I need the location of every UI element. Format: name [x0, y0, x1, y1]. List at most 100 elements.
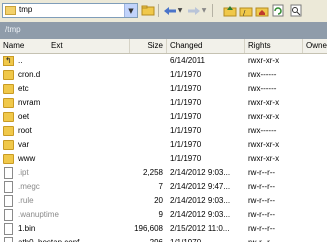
file-name: .rule [18, 196, 34, 205]
column-rights[interactable]: Rights [245, 39, 303, 53]
file-name: .. [18, 56, 23, 65]
file-name: ath0_hostap.conf [18, 236, 130, 242]
column-changed[interactable]: Changed [167, 39, 245, 53]
folder-icon [3, 126, 14, 136]
home-icon [255, 7, 269, 16]
file-changed: 1/1/1970 [170, 70, 202, 79]
back-arrow-icon [164, 6, 176, 15]
file-name: var [18, 140, 30, 149]
root-folder-icon: / [239, 7, 253, 17]
file-name: .megc [18, 182, 40, 191]
file-row[interactable]: cron.d 1/1/1970 rwx------ [0, 68, 327, 82]
file-row[interactable]: 1.bin 196,608 2/15/2012 11:0... rw-r--r-- [0, 222, 327, 236]
file-rights: rwx------ [248, 70, 277, 79]
home-directory-button[interactable] [254, 3, 270, 18]
file-name: cron.d [18, 70, 41, 79]
file-changed: 2/14/2012 9:03... [170, 210, 231, 219]
file-changed: 1/1/1970 [170, 236, 243, 242]
file-name: nvram [18, 98, 41, 107]
folder-icon [3, 112, 14, 122]
parent-folder-icon [223, 5, 237, 16]
file-rights: rwxr-xr-x [248, 98, 280, 107]
file-row[interactable]: nvram 1/1/1970 rwxr-xr-x [0, 96, 327, 110]
file-changed: 1/1/1970 [170, 154, 202, 163]
file-row[interactable]: etc 1/1/1970 rwx------ [0, 82, 327, 96]
file-row[interactable]: var 1/1/1970 rwxr-xr-x [0, 138, 327, 152]
file-changed: 1/1/1970 [170, 112, 202, 121]
file-rights: rw-r--r-- [248, 236, 303, 242]
file-name: oet [18, 112, 30, 121]
refresh-button[interactable] [270, 3, 286, 18]
chevron-down-icon[interactable]: ▼ [124, 4, 137, 17]
file-rights: rwxr-xr-x [248, 140, 280, 149]
file-row[interactable]: oet 1/1/1970 rwxr-xr-x [0, 110, 327, 124]
open-folder-icon [141, 5, 155, 16]
file-row[interactable]: .ipt 2,258 2/14/2012 9:03... rw-r--r-- [0, 166, 327, 180]
file-name: etc [18, 84, 29, 93]
file-icon [4, 167, 13, 179]
file-size: 7 [158, 182, 163, 191]
file-row[interactable]: .. 6/14/2011 rwxr-xr-x [0, 54, 327, 68]
file-changed: 6/14/2011 [170, 56, 205, 65]
file-name: root [18, 126, 32, 135]
file-rights: rwx------ [248, 126, 277, 135]
file-size: 2,258 [142, 168, 163, 177]
toolbar: tmp ▼ ▼ ▼ / [0, 0, 327, 23]
file-changed: 1/1/1970 [170, 126, 202, 135]
folder-icon [3, 70, 14, 80]
file-icon [4, 195, 13, 207]
file-rights: rwxr-xr-x [248, 154, 280, 163]
file-rights: rwx------ [248, 84, 277, 93]
find-icon [290, 4, 302, 17]
back-dropdown[interactable]: ▼ [176, 3, 184, 18]
open-folder-button[interactable] [140, 3, 156, 18]
file-name: .wanuptime [18, 210, 59, 219]
folder-icon [3, 98, 14, 108]
file-row[interactable]: .megc 7 2/14/2012 9:47... rw-r--r-- [0, 180, 327, 194]
folder-icon [3, 154, 14, 164]
file-changed: 2/14/2012 9:03... [170, 196, 231, 205]
root-directory-button[interactable]: / [238, 3, 254, 18]
file-icon [4, 209, 13, 221]
file-changed: 2/14/2012 9:03... [170, 168, 231, 177]
file-changed: 1/1/1970 [170, 140, 202, 149]
current-path: /tmp [5, 25, 21, 34]
column-name[interactable]: Name [0, 39, 48, 53]
file-rights: rw-r--r-- [248, 210, 276, 219]
file-changed: 2/14/2012 9:47... [170, 182, 231, 191]
folder-icon [3, 140, 14, 150]
toolbar-separator [212, 4, 213, 17]
file-rights: rw-r--r-- [248, 196, 276, 205]
folder-icon [3, 84, 14, 94]
find-files-button[interactable] [288, 3, 304, 18]
file-size: 196,608 [134, 224, 163, 233]
column-owner[interactable]: Owne [303, 39, 327, 53]
file-name: 1.bin [18, 224, 36, 233]
parent-directory-button[interactable] [222, 3, 238, 18]
file-row[interactable]: ath0_hostap.conf296 1/1/1970 rw-r--r-- [0, 236, 327, 242]
file-row[interactable]: root 1/1/1970 rwx------ [0, 124, 327, 138]
file-icon [4, 237, 13, 242]
file-row[interactable]: .wanuptime 9 2/14/2012 9:03... rw-r--r-- [0, 208, 327, 222]
file-rights: rwxr-xr-x [248, 56, 280, 65]
forward-dropdown[interactable]: ▼ [200, 3, 208, 18]
file-rights: rw-r--r-- [248, 224, 276, 233]
forward-arrow-icon [188, 6, 200, 15]
refresh-icon [272, 4, 284, 17]
file-row[interactable]: .rule 20 2/14/2012 9:03... rw-r--r-- [0, 194, 327, 208]
file-size: 296 [130, 236, 163, 242]
file-icon [4, 181, 13, 193]
file-size: 9 [158, 210, 163, 219]
file-list: .. 6/14/2011 rwxr-xr-x cron.d 1/1/1970 rwx---… [0, 54, 327, 242]
file-changed: 2/15/2012 11:0... [170, 224, 230, 233]
file-changed: 1/1/1970 [170, 98, 202, 107]
path-combo[interactable]: tmp ▼ [2, 3, 138, 18]
toolbar-separator [158, 4, 159, 17]
folder-icon [5, 6, 16, 15]
path-combo-value: tmp [19, 5, 33, 14]
file-rights: rw-r--r-- [248, 182, 276, 191]
column-ext[interactable]: Ext [48, 39, 130, 53]
column-size[interactable]: Size [130, 39, 167, 53]
file-row[interactable]: www 1/1/1970 rwxr-xr-x [0, 152, 327, 166]
file-icon [4, 223, 13, 235]
